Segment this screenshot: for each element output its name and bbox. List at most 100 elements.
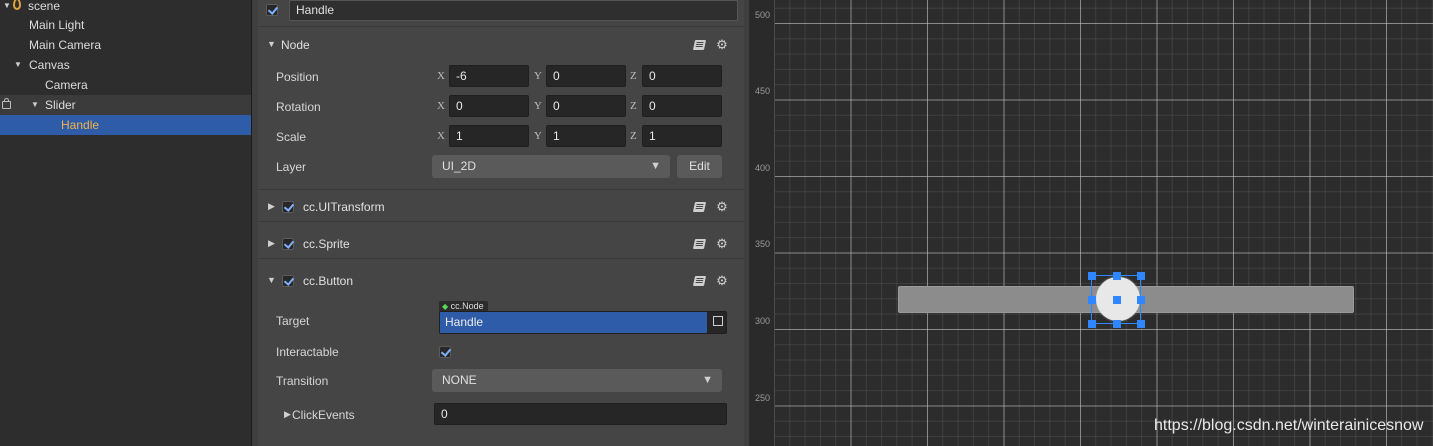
gear-icon[interactable]: ⚙ bbox=[716, 200, 728, 213]
hierarchy-item-label: Main Light bbox=[29, 18, 85, 32]
expand-arrow-icon[interactable]: ▶ bbox=[284, 409, 291, 420]
hierarchy-item-label: Canvas bbox=[29, 58, 70, 72]
transition-label: Transition bbox=[276, 374, 329, 388]
axis-x-label: X bbox=[437, 70, 445, 82]
rotation-z-input[interactable]: 0 bbox=[642, 95, 722, 117]
divider bbox=[258, 221, 744, 222]
rotation-label: Rotation bbox=[276, 100, 321, 114]
scale-label: Scale bbox=[276, 130, 307, 144]
hierarchy-item-slider[interactable]: ▼ Slider bbox=[0, 95, 251, 115]
resize-handle-top[interactable] bbox=[1113, 272, 1121, 280]
section-title: Node bbox=[281, 38, 310, 52]
dropdown-arrow-icon: ▼ bbox=[650, 160, 661, 172]
dropdown-arrow-icon: ▼ bbox=[702, 374, 713, 386]
node-name-input[interactable]: Handle bbox=[289, 0, 738, 21]
move-handle-center[interactable] bbox=[1113, 296, 1121, 304]
transition-select[interactable]: NONE ▼ bbox=[432, 369, 722, 392]
scale-z-input[interactable]: 1 bbox=[642, 125, 722, 147]
gear-icon[interactable]: ⚙ bbox=[716, 237, 728, 250]
hierarchy-item-label: Slider bbox=[45, 98, 76, 112]
resize-handle-bottom-left[interactable] bbox=[1088, 320, 1096, 328]
ruler-label: 400 bbox=[755, 163, 771, 173]
help-book-icon[interactable] bbox=[692, 202, 707, 212]
help-book-icon[interactable] bbox=[692, 239, 707, 249]
ruler-label: 300 bbox=[755, 316, 771, 326]
hierarchy-item-main-light[interactable]: Main Light bbox=[0, 15, 251, 35]
component-enabled-checkbox[interactable] bbox=[282, 275, 294, 287]
target-label: Target bbox=[276, 314, 310, 328]
position-x-input[interactable]: -6 bbox=[449, 65, 529, 87]
axis-z-label: Z bbox=[630, 70, 637, 82]
scale-y-input[interactable]: 1 bbox=[546, 125, 626, 147]
component-title: cc.Button bbox=[303, 274, 354, 288]
resize-handle-top-left[interactable] bbox=[1088, 272, 1096, 280]
hierarchy-item-label: scene bbox=[28, 0, 61, 13]
node-section-header[interactable]: ▼ Node ⚙ bbox=[258, 26, 744, 63]
gear-icon[interactable]: ⚙ bbox=[716, 274, 728, 287]
hierarchy-item-main-camera[interactable]: Main Camera bbox=[0, 35, 251, 55]
node-active-checkbox[interactable] bbox=[266, 4, 278, 16]
selection-gizmo[interactable] bbox=[1088, 272, 1145, 328]
resize-handle-left[interactable] bbox=[1088, 296, 1096, 304]
collapse-arrow-icon[interactable]: ▼ bbox=[2, 0, 12, 16]
collapse-arrow-icon[interactable]: ▼ bbox=[267, 39, 276, 49]
gear-icon[interactable]: ⚙ bbox=[716, 38, 728, 51]
pick-node-icon[interactable] bbox=[713, 316, 723, 326]
axis-z-label: Z bbox=[630, 130, 637, 142]
node-type-icon: ◆ bbox=[442, 302, 449, 311]
component-title: cc.UITransform bbox=[303, 200, 385, 214]
click-events-count-input[interactable]: 0 bbox=[434, 403, 727, 425]
rotation-y-input[interactable]: 0 bbox=[546, 95, 626, 117]
vertical-ruler: 500 450 400 350 300 250 bbox=[750, 0, 775, 446]
component-header-button[interactable]: ▼ cc.Button ⚙ bbox=[258, 264, 744, 300]
resize-handle-bottom[interactable] bbox=[1113, 320, 1121, 328]
component-title: cc.Sprite bbox=[303, 237, 350, 251]
inspector-content: Handle ▼ Node ⚙ Position X -6 Y 0 Z 0 Ro… bbox=[258, 0, 744, 446]
component-enabled-checkbox[interactable] bbox=[282, 238, 294, 250]
layer-edit-button[interactable]: Edit bbox=[677, 155, 722, 178]
resize-handle-bottom-right[interactable] bbox=[1137, 320, 1145, 328]
ruler-label: 500 bbox=[755, 10, 771, 20]
hierarchy-item-label: Main Camera bbox=[29, 38, 102, 52]
axis-y-label: Y bbox=[534, 70, 542, 82]
scene-view[interactable]: 500 450 400 350 300 250 bbox=[750, 0, 1433, 446]
hierarchy-item-canvas[interactable]: ▼ Canvas bbox=[0, 55, 251, 75]
watermark-text: https://blog.csdn.net/winterainicesnow bbox=[1154, 417, 1424, 434]
help-book-icon[interactable] bbox=[692, 40, 707, 50]
layer-select[interactable]: UI_2D ▼ bbox=[432, 155, 670, 178]
position-label: Position bbox=[276, 70, 319, 84]
hierarchy-panel: ▼ scene Main Light Main Camera ▼ Canvas … bbox=[0, 0, 252, 446]
expand-arrow-icon[interactable]: ▶ bbox=[268, 238, 275, 249]
hierarchy-item-label: Handle bbox=[61, 118, 100, 132]
expand-arrow-icon[interactable]: ▶ bbox=[268, 201, 275, 212]
axis-y-label: Y bbox=[534, 100, 542, 112]
position-z-input[interactable]: 0 bbox=[642, 65, 722, 87]
component-enabled-checkbox[interactable] bbox=[282, 201, 294, 213]
interactable-checkbox[interactable] bbox=[439, 346, 451, 358]
collapse-arrow-icon[interactable]: ▼ bbox=[30, 95, 40, 115]
resize-handle-right[interactable] bbox=[1137, 296, 1145, 304]
target-value[interactable]: Handle bbox=[440, 312, 707, 333]
ruler-label: 250 bbox=[755, 393, 771, 403]
collapse-arrow-icon[interactable]: ▼ bbox=[13, 55, 23, 75]
axis-x-label: X bbox=[437, 100, 445, 112]
layer-label: Layer bbox=[276, 160, 307, 174]
resize-handle-top-right[interactable] bbox=[1137, 272, 1145, 280]
rotation-x-input[interactable]: 0 bbox=[449, 95, 529, 117]
hierarchy-item-handle[interactable]: Handle bbox=[0, 115, 251, 135]
interactable-label: Interactable bbox=[276, 345, 339, 359]
target-type-text: cc.Node bbox=[450, 301, 484, 311]
target-field[interactable]: Handle bbox=[439, 311, 727, 334]
inspector-panel: Handle ▼ Node ⚙ Position X -6 Y 0 Z 0 Ro… bbox=[252, 0, 749, 446]
lock-icon[interactable] bbox=[2, 98, 11, 109]
help-book-icon[interactable] bbox=[692, 276, 707, 286]
click-events-label: ClickEvents bbox=[292, 408, 355, 422]
hierarchy-item-scene[interactable]: ▼ scene bbox=[0, 0, 251, 16]
scale-x-input[interactable]: 1 bbox=[449, 125, 529, 147]
layer-select-value: UI_2D bbox=[442, 159, 477, 173]
scene-icon bbox=[13, 0, 21, 10]
collapse-arrow-icon[interactable]: ▼ bbox=[267, 275, 276, 285]
position-y-input[interactable]: 0 bbox=[546, 65, 626, 87]
hierarchy-item-camera[interactable]: Camera bbox=[0, 75, 251, 95]
ruler-label: 350 bbox=[755, 239, 771, 249]
